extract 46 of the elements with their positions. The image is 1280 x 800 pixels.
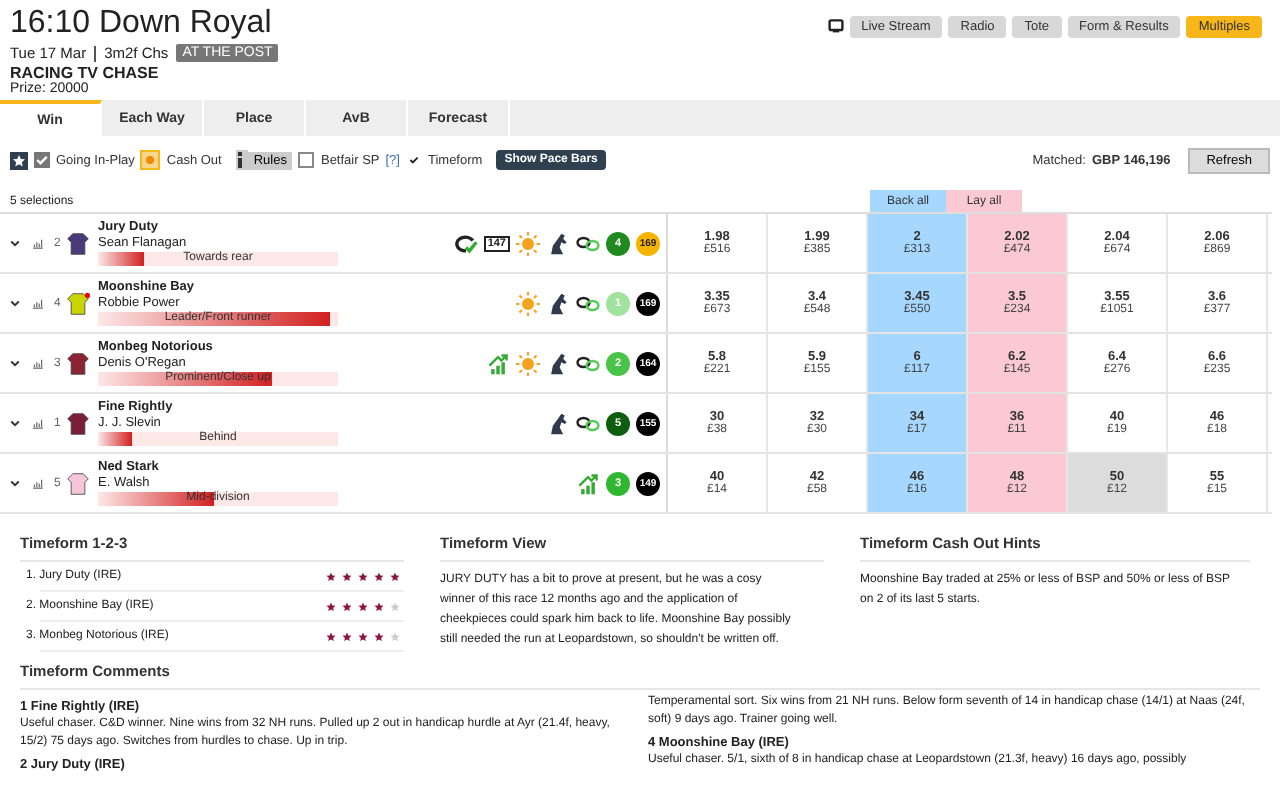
tv-icon xyxy=(827,18,844,34)
horse-icon xyxy=(546,351,570,375)
horse-icon xyxy=(546,231,570,255)
star-icon xyxy=(358,631,368,641)
star-icon xyxy=(326,631,336,641)
sun-icon xyxy=(516,351,540,375)
chevron-icon[interactable] xyxy=(10,359,20,367)
sun-icon xyxy=(516,231,540,255)
chain-icon xyxy=(576,411,600,435)
race-title: 16:10 Down Royal xyxy=(10,6,274,42)
star-icon xyxy=(342,571,352,581)
star-icon xyxy=(342,601,352,611)
star-icon[interactable] xyxy=(10,151,28,169)
star-icon xyxy=(326,571,336,581)
chevron-icon[interactable] xyxy=(10,479,20,487)
circular-arrow-icon xyxy=(453,231,478,255)
empty-star-icon xyxy=(390,631,400,641)
chart-icon[interactable] xyxy=(32,417,44,429)
checkbox[interactable] xyxy=(298,152,315,168)
star-icon xyxy=(358,601,368,611)
horse-icon xyxy=(546,411,570,435)
chart-icon[interactable] xyxy=(32,237,44,249)
chart-icon[interactable] xyxy=(32,357,44,369)
trend-up-icon xyxy=(576,471,600,495)
empty-star-icon xyxy=(390,601,400,611)
star-icon xyxy=(326,601,336,611)
chevron-icon[interactable] xyxy=(10,299,20,307)
chevron-icon[interactable] xyxy=(10,419,20,427)
chart-icon[interactable] xyxy=(32,297,44,309)
chain-icon xyxy=(576,351,600,375)
star-icon xyxy=(358,571,368,581)
star-icon xyxy=(342,631,352,641)
chevron-icon[interactable] xyxy=(10,239,20,247)
chain-icon xyxy=(576,291,600,315)
chain-icon xyxy=(576,231,600,255)
star-icon xyxy=(374,571,384,581)
star-icon xyxy=(374,601,384,611)
chart-icon[interactable] xyxy=(32,477,44,489)
star-icon xyxy=(374,631,384,641)
trend-up-icon xyxy=(486,351,510,375)
horse-icon xyxy=(546,291,570,315)
cash-out-toggle[interactable] xyxy=(140,150,161,170)
sun-icon xyxy=(516,291,540,315)
race-name: RACING TV CHASE xyxy=(10,66,161,82)
info-icon[interactable] xyxy=(235,150,248,170)
star-icon xyxy=(390,571,400,581)
